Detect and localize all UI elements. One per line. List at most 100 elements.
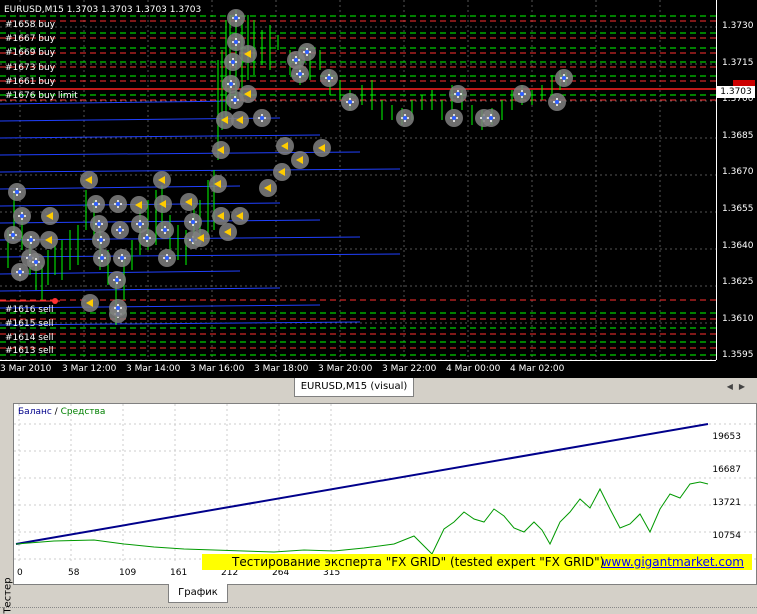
trade-marker-icon [154, 195, 172, 213]
time-tick-label: 4 Mar 00:00 [446, 364, 501, 374]
buy-order-label: #1661 buy [5, 77, 56, 87]
trade-marker-icon [184, 213, 202, 231]
trade-marker-icon [555, 69, 573, 87]
trade-marker-icon [548, 93, 566, 111]
legend-balance: Баланс [18, 407, 52, 417]
trade-marker-icon [482, 109, 500, 127]
banner-link[interactable]: www.gigantmarket.com [602, 554, 744, 570]
graph-y-label: 10754 [712, 531, 741, 541]
trade-marker-icon [93, 249, 111, 267]
trade-marker-icon [396, 109, 414, 127]
trade-marker-icon [227, 9, 245, 27]
banner-text: Тестирование эксперта "FX GRID" (tested … [232, 555, 605, 569]
buy-order-label: #1667 buy [5, 34, 56, 44]
trade-marker-icon [109, 299, 127, 317]
price-tick-label: 1.3715 [722, 57, 754, 68]
trade-marker-icon [212, 141, 230, 159]
trade-marker-icon [231, 111, 249, 129]
trade-marker-icon [108, 271, 126, 289]
trade-marker-icon [231, 207, 249, 225]
trade-marker-icon [449, 85, 467, 103]
price-tick-label: 1.3610 [722, 313, 754, 324]
time-axis: 3 Mar 2010 3 Mar 12:00 3 Mar 14:00 3 Mar 16… [0, 360, 716, 378]
graph-x-label: 109 [119, 568, 137, 578]
trade-marker-icon [273, 163, 291, 181]
trade-marker-icon [212, 207, 230, 225]
graph-y-label: 13721 [712, 498, 741, 508]
trade-marker-icon [40, 231, 58, 249]
tab-graph[interactable]: График [168, 584, 228, 603]
trade-marker-icon [209, 175, 227, 193]
time-tick-label: 3 Mar 2010 [0, 364, 52, 374]
tester-report: Тестер Баланс / Средства 19653 16687 13721… [0, 398, 757, 614]
graph-y-label: 16687 [712, 465, 741, 475]
promo-banner: Тестирование эксперта "FX GRID" (tested … [202, 554, 752, 570]
equity-line [15, 481, 709, 555]
trade-marker-icon [276, 137, 294, 155]
sell-order-label: #1613 sell [5, 346, 54, 356]
trade-marker-icon [8, 183, 26, 201]
sell-order-label: #1615 sell [5, 319, 54, 329]
trade-marker-icon [239, 45, 257, 63]
time-tick-label: 3 Mar 22:00 [382, 364, 437, 374]
buy-order-label: #1676 buy limit [5, 91, 78, 101]
time-tick-label: 3 Mar 18:00 [254, 364, 309, 374]
trade-marker-icon [298, 43, 316, 61]
trade-marker-icon [313, 139, 331, 157]
balance-line [15, 423, 709, 545]
graph-x-label: 161 [170, 568, 188, 578]
trade-marker-icon [156, 221, 174, 239]
graph-x-label: 0 [17, 568, 23, 578]
buy-order-label: #1669 buy [5, 48, 56, 58]
trade-marker-icon [111, 221, 129, 239]
chart-title: EURUSD,M15 1.3703 1.3703 1.3703 1.3703 [4, 5, 202, 15]
trade-marker-icon [320, 69, 338, 87]
time-tick-label: 3 Mar 20:00 [318, 364, 373, 374]
price-chart[interactable]: EURUSD,M15 1.3703 1.3703 1.3703 1.3703 #… [0, 0, 757, 378]
trade-line [0, 185, 241, 190]
legend-equity: Средства [60, 407, 106, 417]
graph-x-label: 58 [68, 568, 80, 578]
trade-marker-icon [130, 196, 148, 214]
trade-marker-icon [41, 207, 59, 225]
trade-marker-icon [341, 93, 359, 111]
price-tick-label: 1.3670 [722, 167, 754, 178]
time-tick-label: 3 Mar 16:00 [190, 364, 245, 374]
trade-marker-icon [291, 65, 309, 83]
balance-graph: Баланс / Средства 19653 16687 13721 10754 0… [13, 403, 757, 585]
trade-marker-icon [192, 229, 210, 247]
chart-canvas[interactable] [0, 0, 716, 360]
time-tick-label: 3 Mar 12:00 [62, 364, 117, 374]
trade-marker-icon [113, 249, 131, 267]
chart-tab-strip: EURUSD,M15 (visual) ◀▶ [0, 378, 757, 398]
trade-marker-icon [239, 85, 257, 103]
trade-marker-icon [109, 195, 127, 213]
trade-marker-icon [222, 75, 240, 93]
trade-marker-icon [90, 215, 108, 233]
sell-point-icon [52, 298, 58, 304]
sell-order-label: #1614 sell [5, 333, 54, 343]
sell-order-label: #1616 sell [5, 305, 54, 315]
trade-marker-icon [259, 179, 277, 197]
buy-order-label: #1673 buy [5, 63, 56, 73]
trade-marker-icon [87, 195, 105, 213]
trade-marker-icon [27, 253, 45, 271]
time-tick-label: 3 Mar 14:00 [126, 364, 181, 374]
graph-y-label: 19653 [712, 432, 741, 442]
price-tick-label: 1.3595 [722, 350, 754, 361]
trade-marker-icon [92, 231, 110, 249]
tab-scroll-arrows-icon[interactable]: ◀▶ [727, 382, 751, 391]
trade-marker-icon [180, 193, 198, 211]
trade-marker-icon [4, 226, 22, 244]
price-tick-label: 1.3625 [722, 277, 754, 288]
graph-legend: Баланс / Средства [18, 407, 105, 417]
trade-marker-icon [13, 207, 31, 225]
trade-marker-icon [11, 263, 29, 281]
trade-marker-icon [22, 231, 40, 249]
trade-marker-icon [158, 249, 176, 267]
trade-marker-icon [80, 171, 98, 189]
tab-eurusd-visual[interactable]: EURUSD,M15 (visual) [294, 378, 414, 397]
trade-marker-icon [138, 229, 156, 247]
time-tick-label: 4 Mar 02:00 [510, 364, 565, 374]
divider [0, 607, 757, 609]
